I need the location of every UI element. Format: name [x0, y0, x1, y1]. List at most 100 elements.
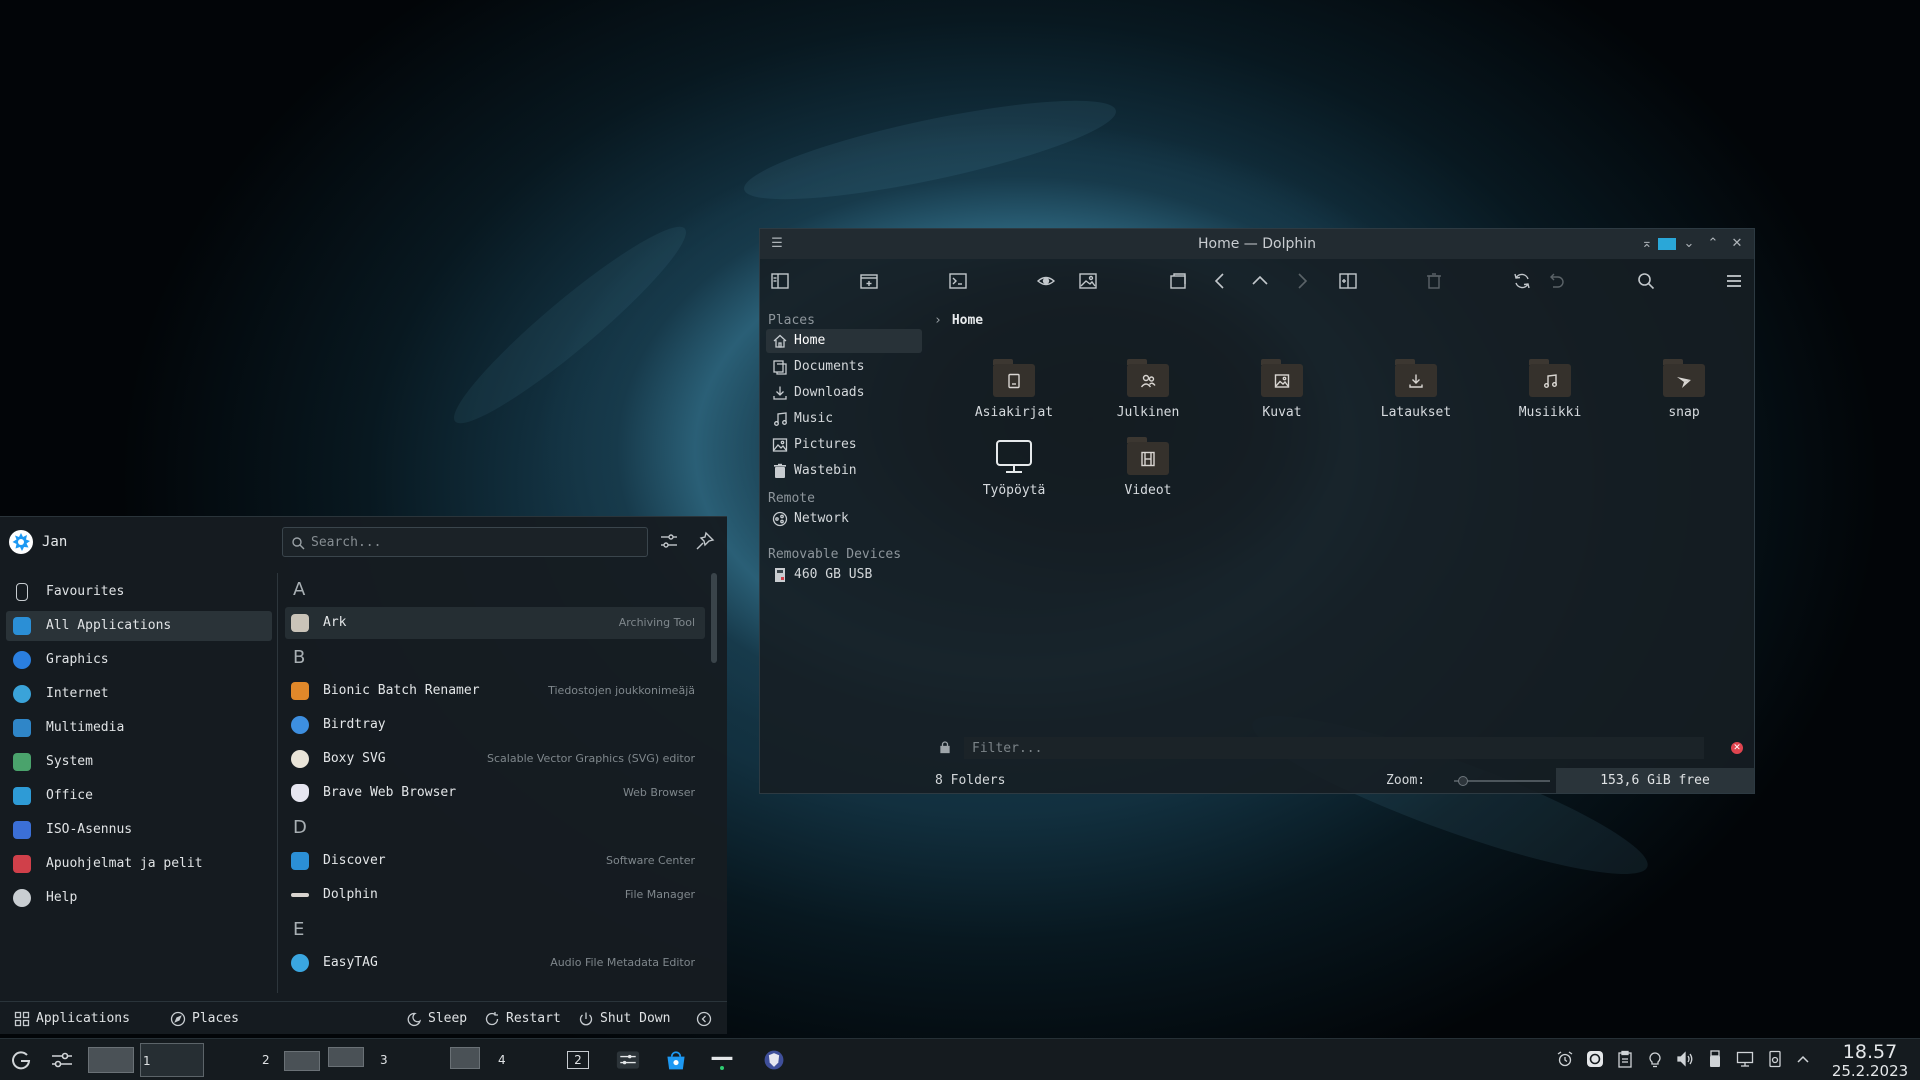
- category-all-applications[interactable]: All Applications: [6, 611, 272, 641]
- window-count-badge[interactable]: 2: [567, 1051, 589, 1069]
- brave-taskbar-icon[interactable]: [762, 1048, 790, 1072]
- place-usb-drive[interactable]: 460 GB USB: [766, 563, 922, 587]
- app-item-brave[interactable]: Brave Web Browser Web Browser: [285, 777, 705, 809]
- storage-icon[interactable]: [1766, 1050, 1784, 1068]
- desktop-1[interactable]: 1: [140, 1043, 204, 1077]
- category-system[interactable]: System: [6, 747, 272, 777]
- more-session-options[interactable]: [696, 1011, 712, 1027]
- lock-icon[interactable]: [938, 740, 952, 754]
- folder-item[interactable]: Lataukset: [1361, 359, 1471, 420]
- dolphin-taskbar-icon[interactable]: [710, 1048, 740, 1072]
- category-office[interactable]: Office: [6, 781, 272, 811]
- category-utilities-games[interactable]: Apuohjelmat ja pelit: [6, 849, 272, 879]
- folder-item[interactable]: Työpöytä: [959, 437, 1069, 498]
- display-icon[interactable]: [1736, 1050, 1754, 1068]
- sleep-button[interactable]: Sleep: [406, 1011, 467, 1027]
- remote-heading: Remote: [768, 491, 815, 506]
- new-window-icon[interactable]: [859, 271, 879, 291]
- sidebar-toggle-icon[interactable]: [770, 271, 790, 291]
- place-network[interactable]: Network: [766, 507, 922, 531]
- desktop-3[interactable]: 3: [372, 1043, 442, 1077]
- category-graphics[interactable]: Graphics: [6, 645, 272, 675]
- folder-item[interactable]: Kuvat: [1227, 359, 1337, 420]
- minimize-icon[interactable]: ⌄: [1680, 235, 1698, 253]
- app-description: Scalable Vector Graphics (SVG) editor: [487, 752, 695, 765]
- zoom-slider[interactable]: [1454, 776, 1550, 786]
- zoom-slider-handle[interactable]: [1458, 776, 1469, 786]
- app-list-scrollbar[interactable]: [711, 573, 717, 663]
- place-music[interactable]: Music: [766, 407, 922, 431]
- app-item-boxy-svg[interactable]: Boxy SVG Scalable Vector Graphics (SVG) e…: [285, 743, 705, 775]
- hamburger-menu-icon[interactable]: [1724, 271, 1744, 291]
- forward-icon[interactable]: [1292, 271, 1312, 291]
- place-pictures[interactable]: Pictures: [766, 433, 922, 457]
- place-wastebin[interactable]: Wastebin: [766, 459, 922, 483]
- folder-item[interactable]: snap: [1629, 359, 1739, 420]
- category-internet[interactable]: Internet: [6, 679, 272, 709]
- folder-item[interactable]: Videot: [1093, 437, 1203, 498]
- close-icon[interactable]: ✕: [1728, 235, 1746, 253]
- launcher-search[interactable]: [282, 527, 648, 557]
- app-item-dolphin[interactable]: Dolphin File Manager: [285, 879, 705, 911]
- breadcrumb-home[interactable]: Home: [952, 313, 983, 328]
- app-item-birdtray[interactable]: Birdtray: [285, 709, 705, 741]
- maximize-icon[interactable]: ⌃: [1704, 235, 1722, 253]
- settings-sliders-icon[interactable]: [50, 1048, 74, 1072]
- lightbulb-icon[interactable]: [1646, 1050, 1664, 1068]
- category-multimedia[interactable]: Multimedia: [6, 713, 272, 743]
- app-launcher-icon[interactable]: [9, 1048, 33, 1072]
- clock[interactable]: 18.57 25.2.2023: [1822, 1041, 1918, 1080]
- undo-icon[interactable]: [1546, 271, 1566, 291]
- window-color-indicator[interactable]: [1658, 238, 1676, 250]
- reload-icon[interactable]: [1512, 271, 1532, 291]
- image-preview-icon[interactable]: [1078, 271, 1098, 291]
- keep-above-icon[interactable]: ⌅: [1638, 235, 1656, 253]
- category-help[interactable]: Help: [6, 883, 272, 913]
- chevron-up-icon[interactable]: [1794, 1050, 1812, 1068]
- folder-item[interactable]: Julkinen: [1093, 359, 1203, 420]
- free-space-indicator[interactable]: 153,6 GiB free: [1556, 768, 1754, 793]
- user-avatar-icon[interactable]: [8, 529, 34, 555]
- category-iso-asennus[interactable]: ISO-Asennus: [6, 815, 272, 845]
- up-icon[interactable]: [1250, 271, 1270, 291]
- clear-filter-icon[interactable]: ✕: [1731, 742, 1743, 754]
- office-icon: [13, 787, 31, 805]
- app-item-ark[interactable]: Ark Archiving Tool: [285, 607, 705, 639]
- app-item-bionic-batch-renamer[interactable]: Bionic Batch Renamer Tiedostojen joukkoni…: [285, 675, 705, 707]
- window-titlebar[interactable]: ☰ Home — Dolphin ⌅ ⌄ ⌃ ✕: [760, 229, 1754, 259]
- search-input[interactable]: [311, 532, 631, 552]
- preview-eye-icon[interactable]: [1036, 271, 1056, 291]
- volume-icon[interactable]: [1676, 1050, 1694, 1068]
- usb-device-icon[interactable]: [1706, 1050, 1724, 1068]
- folder-item[interactable]: Musiikki: [1495, 359, 1605, 420]
- app-item-discover[interactable]: Discover Software Center: [285, 845, 705, 877]
- category-favourites[interactable]: Favourites: [6, 577, 272, 607]
- desktop-2[interactable]: 2: [214, 1043, 364, 1077]
- search-icon[interactable]: [1636, 271, 1656, 291]
- configure-icon[interactable]: [659, 531, 681, 553]
- system-settings-taskbar-icon[interactable]: [616, 1048, 644, 1072]
- breadcrumb[interactable]: › Home: [934, 313, 983, 328]
- accessibility-icon[interactable]: [1586, 1050, 1604, 1068]
- folder-item[interactable]: Asiakirjat: [959, 359, 1069, 420]
- pin-icon[interactable]: [695, 531, 717, 553]
- delete-icon[interactable]: [1424, 271, 1444, 291]
- clipboard-icon[interactable]: [1616, 1050, 1634, 1068]
- discover-taskbar-icon[interactable]: [664, 1048, 692, 1072]
- terminal-icon[interactable]: [948, 271, 968, 291]
- place-home[interactable]: Home: [766, 329, 922, 353]
- filter-input[interactable]: [964, 737, 1704, 759]
- split-view-icon[interactable]: [1338, 271, 1358, 291]
- desktop-4[interactable]: 4: [446, 1043, 546, 1077]
- new-tab-icon[interactable]: [1168, 271, 1188, 291]
- place-downloads[interactable]: Downloads: [766, 381, 922, 405]
- back-icon[interactable]: [1210, 271, 1230, 291]
- alarm-clock-icon[interactable]: [1556, 1050, 1574, 1068]
- restart-button[interactable]: Restart: [484, 1011, 561, 1026]
- places-tab[interactable]: Places: [170, 1011, 239, 1027]
- place-documents[interactable]: Documents: [766, 355, 922, 379]
- category-label: Help: [46, 890, 78, 905]
- shutdown-button[interactable]: Shut Down: [578, 1011, 670, 1026]
- applications-tab[interactable]: Applications: [14, 1011, 130, 1027]
- app-item-easytag[interactable]: EasyTAG Audio File Metadata Editor: [285, 947, 705, 979]
